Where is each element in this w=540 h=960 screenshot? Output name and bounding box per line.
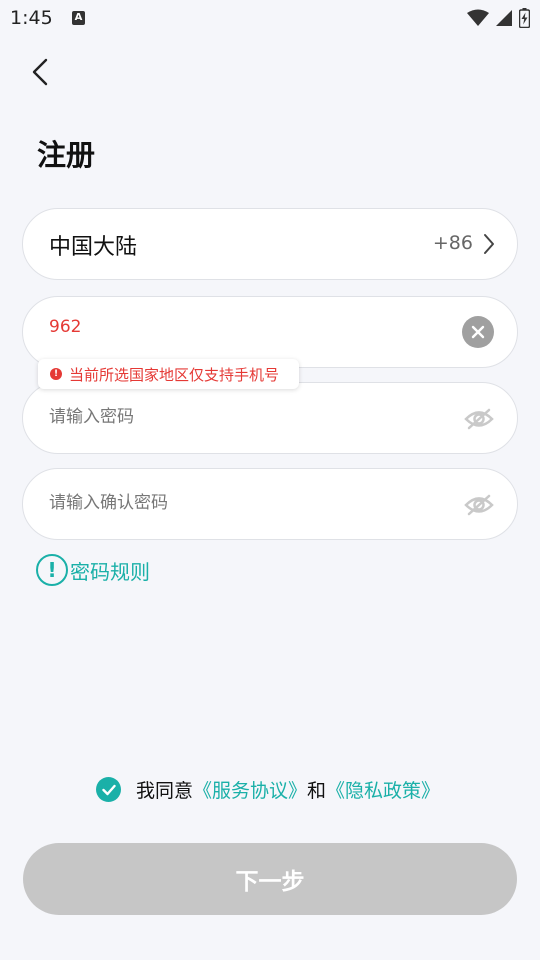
- region-name: 中国大陆: [49, 235, 138, 260]
- signal-icon: [496, 10, 512, 26]
- eye-off-icon: [464, 494, 494, 516]
- info-circle-icon: !: [36, 554, 68, 586]
- notification-a-icon: A: [72, 11, 85, 25]
- confirm-password-visibility-toggle[interactable]: [463, 491, 495, 519]
- agreement-row: 我同意 《服务协议》 和 《隐私政策》: [96, 776, 440, 803]
- password-input[interactable]: [49, 407, 429, 427]
- back-button[interactable]: [20, 52, 60, 92]
- close-icon: [471, 325, 485, 339]
- check-icon: [101, 784, 116, 795]
- region-selector[interactable]: 中国大陆 +86: [22, 208, 518, 280]
- status-bar: 1:45 A: [0, 0, 540, 36]
- status-time: 1:45: [10, 7, 53, 29]
- status-icons: [467, 8, 530, 28]
- phone-input[interactable]: [49, 317, 429, 337]
- password-rules-label: 密码规则: [70, 559, 150, 584]
- password-field: [22, 382, 518, 454]
- error-icon: !: [50, 368, 62, 380]
- chevron-right-icon: [484, 234, 494, 254]
- clear-button[interactable]: [462, 316, 494, 348]
- chevron-left-icon: [32, 58, 48, 86]
- service-agreement-link[interactable]: 《服务协议》: [193, 776, 307, 803]
- page-title: 注册: [37, 138, 96, 172]
- agreement-prefix: 我同意: [136, 780, 194, 802]
- password-rules-link[interactable]: ! 密码规则: [36, 554, 150, 586]
- error-tooltip: ! 当前所选国家地区仅支持手机号: [38, 359, 300, 389]
- password-visibility-toggle[interactable]: [463, 405, 495, 433]
- confirm-password-field: [22, 468, 518, 540]
- eye-off-icon: [464, 408, 494, 430]
- privacy-policy-link[interactable]: 《隐私政策》: [326, 776, 440, 803]
- agree-checkbox[interactable]: [96, 777, 121, 802]
- region-code: +86: [432, 232, 473, 254]
- battery-charging-icon: [519, 8, 530, 28]
- agreement-and: 和: [307, 780, 327, 802]
- confirm-password-input[interactable]: [49, 493, 429, 513]
- phone-field: [22, 296, 518, 368]
- next-button[interactable]: 下一步: [23, 843, 517, 915]
- wifi-icon: [467, 9, 489, 26]
- error-message: 当前所选国家地区仅支持手机号: [69, 365, 280, 384]
